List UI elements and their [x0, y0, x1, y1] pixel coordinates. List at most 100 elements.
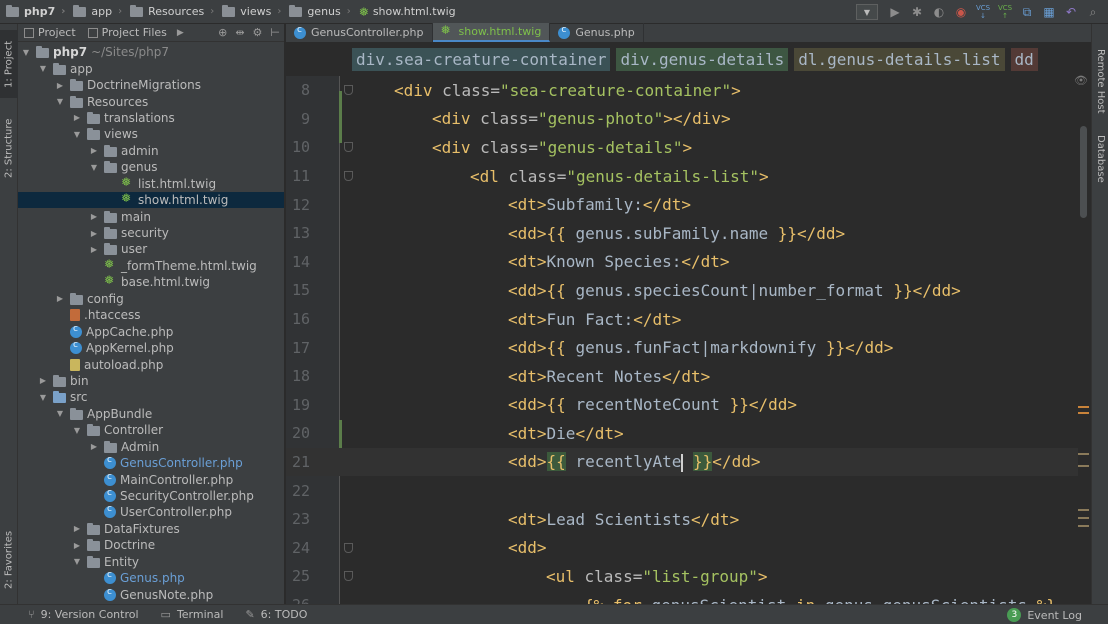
hide-panel-icon[interactable]: ⊢	[270, 26, 280, 39]
tree-item-main[interactable]: ▶ main	[18, 208, 284, 224]
tree-item-php7[interactable]: ▼ php7 ~/Sites/php7	[18, 44, 284, 60]
tree-item-maincontroller-php[interactable]: MainController.php	[18, 471, 284, 487]
tree-item-src[interactable]: ▼ src	[18, 389, 284, 405]
eye-icon[interactable]: 👁	[1074, 74, 1088, 87]
code-line[interactable]: 26 {% for genusScientist in genus.genusSc…	[286, 591, 1078, 604]
tree-item-appcache-php[interactable]: AppCache.php	[18, 323, 284, 339]
tree-item-datafixtures[interactable]: ▶ DataFixtures	[18, 521, 284, 537]
expand-arrow-icon[interactable]: ▼	[71, 557, 83, 566]
code-line[interactable]: 8 <div class="sea-creature-container">	[286, 76, 1078, 105]
tab-show-html-twig[interactable]: show.html.twig	[432, 23, 551, 42]
warning-stripe-marker[interactable]	[1078, 465, 1089, 467]
tree-item-base-html-twig[interactable]: base.html.twig	[18, 273, 284, 290]
code-line[interactable]: 13 <dd>{{ genus.subFamily.name }}</dd>	[286, 219, 1078, 248]
code-line[interactable]: 16 <dt>Fun Fact:</dt>	[286, 305, 1078, 334]
coverage-icon[interactable]: ◐	[930, 3, 948, 21]
tree-item-formtheme-html-twig[interactable]: _formTheme.html.twig	[18, 257, 284, 274]
collapse-all-icon[interactable]: ⇹	[235, 26, 244, 39]
tree-item-genus-php[interactable]: Genus.php	[18, 570, 284, 586]
tree-item-controller[interactable]: ▼ Controller	[18, 422, 284, 438]
scroll-from-source-icon[interactable]: ⊕	[218, 26, 227, 39]
warning-stripe-marker[interactable]	[1078, 525, 1089, 527]
debug-icon[interactable]: ✱	[908, 3, 926, 21]
revert-icon[interactable]: ↶	[1062, 3, 1080, 21]
code-line[interactable]: 20 <dt>Die</dt>	[286, 419, 1078, 448]
expand-arrow-icon[interactable]: ▼	[37, 64, 49, 73]
tree-item-genusnote-php[interactable]: GenusNote.php	[18, 586, 284, 602]
tab-favorites[interactable]: 2: Favorites	[0, 520, 18, 600]
profile-icon[interactable]: ◉	[952, 3, 970, 21]
breadcrumb-item-app[interactable]: app ›	[73, 4, 122, 18]
tab-genuscontroller-php[interactable]: GenusController.php	[286, 23, 433, 42]
fold-icon[interactable]	[344, 571, 353, 582]
todo-tab[interactable]: ✎ 6: TODO	[245, 608, 307, 621]
collapse-arrow-icon[interactable]: ▶	[88, 442, 100, 451]
expand-arrow-icon[interactable]: ▼	[71, 426, 83, 435]
search-everywhere-icon[interactable]: ⌕	[1084, 3, 1102, 21]
collapse-arrow-icon[interactable]: ▶	[37, 376, 49, 385]
fold-icon[interactable]	[344, 85, 353, 96]
tree-item-views[interactable]: ▼ views	[18, 126, 284, 142]
breadcrumb-item-php7[interactable]: php7 ›	[6, 4, 65, 18]
fold-icon[interactable]	[344, 542, 353, 553]
tree-item-securitycontroller-php[interactable]: SecurityController.php	[18, 488, 284, 504]
warning-stripe-marker[interactable]	[1078, 517, 1089, 519]
vcs-update-icon[interactable]: VCS ↓	[974, 3, 992, 21]
tree-item-show-html-twig[interactable]: show.html.twig	[18, 191, 284, 209]
tree-item-entity[interactable]: ▼ Entity	[18, 554, 284, 570]
code-line[interactable]: 21 <dd>{{ recentlyAte }}</dd>	[286, 447, 1078, 477]
editor-scrollbar[interactable]	[1080, 126, 1087, 218]
collapse-arrow-icon[interactable]: ▶	[71, 113, 83, 122]
code-editor[interactable]: 8 <div class="sea-creature-container"> 9 <d…	[286, 76, 1078, 604]
tree-item-bin[interactable]: ▶ bin	[18, 373, 284, 389]
fold-icon[interactable]	[344, 142, 353, 153]
tree-item-htaccess[interactable]: .htaccess	[18, 307, 284, 323]
tab-project-files[interactable]: Project Files ▶	[82, 24, 190, 42]
tree-item-appbundle[interactable]: ▼ AppBundle	[18, 406, 284, 422]
expand-arrow-icon[interactable]: ▼	[88, 163, 100, 172]
collapse-arrow-icon[interactable]: ▶	[54, 294, 66, 303]
terminal-tab[interactable]: ▭ Terminal	[161, 608, 224, 621]
code-line[interactable]: 15 <dd>{{ genus.speciesCount|number_forma…	[286, 276, 1078, 305]
vcs-commit-icon[interactable]: VCS ↑	[996, 3, 1014, 21]
tag-crumb-genus-details-list[interactable]: dl.genus-details-list	[794, 47, 1005, 71]
tree-item-app[interactable]: ▼ app	[18, 60, 284, 76]
tree-item-appkernel-php[interactable]: AppKernel.php	[18, 340, 284, 356]
tab-project[interactable]: 1: Project	[0, 30, 18, 98]
run-config-dropdown-icon[interactable]: ▼	[856, 4, 878, 20]
tree-item-genuscontroller-php[interactable]: GenusController.php	[18, 455, 284, 471]
expand-arrow-icon[interactable]: ▼	[54, 97, 66, 106]
tree-item-config[interactable]: ▶ config	[18, 291, 284, 307]
tree-item-user[interactable]: ▶ user	[18, 241, 284, 257]
tab-project-view[interactable]: Project	[18, 24, 82, 42]
vcs-history-icon[interactable]: ▦	[1040, 3, 1058, 21]
collapse-arrow-icon[interactable]: ▶	[71, 524, 83, 533]
code-line[interactable]: 25 <ul class="list-group">	[286, 562, 1078, 591]
run-icon[interactable]: ▶	[886, 3, 904, 21]
breadcrumb-item-genus[interactable]: genus ›	[289, 4, 351, 18]
tab-structure[interactable]: 2: Structure	[0, 106, 18, 190]
tree-item-usercontroller-php[interactable]: UserController.php	[18, 504, 284, 520]
code-line[interactable]: 22	[286, 476, 1078, 505]
tree-item-doctrinemigrations[interactable]: ▶ DoctrineMigrations	[18, 77, 284, 93]
tree-item-translations[interactable]: ▶ translations	[18, 110, 284, 126]
expand-arrow-icon[interactable]: ▼	[20, 48, 32, 57]
warning-stripe-marker[interactable]	[1078, 412, 1089, 414]
tree-item-resources[interactable]: ▼ Resources	[18, 93, 284, 109]
vcs-compare-icon[interactable]: ⧉	[1018, 3, 1036, 21]
tree-item-autoload-php[interactable]: autoload.php	[18, 356, 284, 372]
expand-arrow-icon[interactable]: ▼	[71, 130, 83, 139]
expand-arrow-icon[interactable]: ▼	[54, 409, 66, 418]
version-control-tab[interactable]: ⑂ 9: Version Control	[28, 608, 139, 621]
collapse-arrow-icon[interactable]: ▶	[88, 146, 100, 155]
collapse-arrow-icon[interactable]: ▶	[54, 81, 66, 90]
code-line[interactable]: 12 <dt>Subfamily:</dt>	[286, 190, 1078, 219]
code-line[interactable]: 23 <dt>Lead Scientists</dt>	[286, 505, 1078, 534]
warning-stripe-marker[interactable]	[1078, 406, 1089, 408]
collapse-arrow-icon[interactable]: ▶	[88, 229, 100, 238]
tree-item-genus[interactable]: ▼ genus	[18, 159, 284, 175]
tab-database[interactable]: Database	[1092, 124, 1108, 194]
tab-remote-host[interactable]: Remote Host	[1092, 38, 1108, 124]
code-line[interactable]: 18 <dt>Recent Notes</dt>	[286, 362, 1078, 391]
tree-item-admin[interactable]: ▶ admin	[18, 143, 284, 159]
